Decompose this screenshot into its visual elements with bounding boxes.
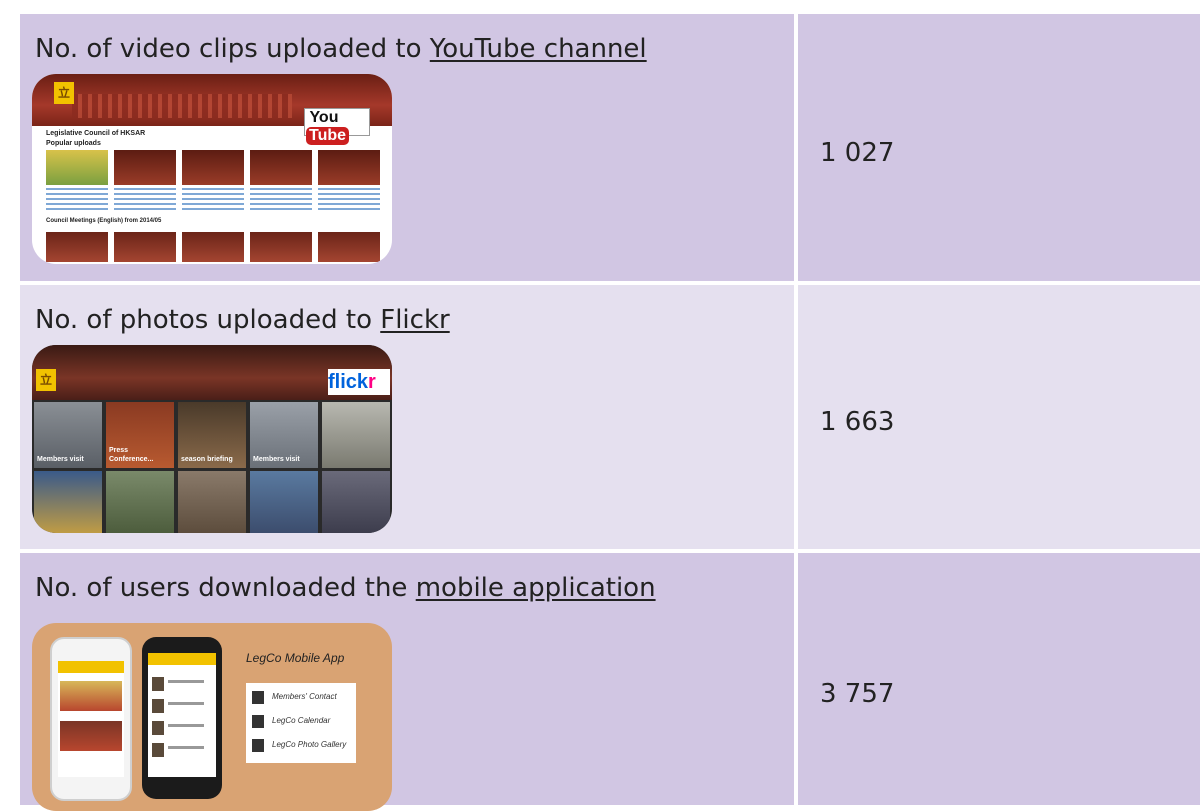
phone-white	[50, 637, 132, 801]
menu-item-members-contact: Members' Contact	[252, 689, 352, 707]
channel-heading: Legislative Council of HKSAR	[46, 130, 146, 137]
video-thumbnail	[46, 150, 108, 185]
photo-tile: Members visit	[34, 402, 102, 468]
photo-tile	[322, 402, 390, 468]
table-row-mobile-app: No. of users downloaded the mobile appli…	[20, 553, 1200, 811]
video-thumbnail	[114, 150, 176, 185]
download-count-value: 3 757	[820, 679, 895, 709]
photo-tile	[34, 471, 102, 533]
photo-tile	[106, 471, 174, 533]
app-menu: Members' Contact LegCo Calendar LegCo Ph…	[246, 683, 356, 763]
calendar-icon	[252, 715, 264, 728]
photo-tile: Press Conference...	[106, 402, 174, 468]
legco-emblem-icon: 立	[36, 369, 56, 391]
table-row-flickr: No. of photos uploaded to Flickr 立 flick…	[20, 285, 1200, 549]
video-thumbnail	[182, 232, 244, 262]
video-thumbnail	[114, 232, 176, 262]
photo-tile: Members visit	[250, 402, 318, 468]
section-heading: Popular uploads	[46, 140, 101, 147]
mobile-app-promo-image: LegCo Mobile App Members' Contact LegCo …	[32, 623, 392, 811]
phone-black	[142, 637, 222, 799]
menu-item-photo-gallery: LegCo Photo Gallery	[252, 737, 352, 755]
flickr-logo-icon: flickr	[328, 369, 390, 395]
photo-tile	[322, 471, 390, 533]
video-count-value: 1 027	[820, 138, 895, 168]
section-heading: Council Meetings (English) from 2014/05	[46, 218, 162, 224]
video-thumbnail	[250, 150, 312, 185]
row-label: No. of photos uploaded to Flickr	[35, 305, 450, 335]
menu-item-calendar: LegCo Calendar	[252, 713, 352, 731]
label-text: No. of video clips uploaded to	[35, 34, 430, 64]
photo-tile: season briefing	[178, 402, 246, 468]
video-thumbnail	[46, 232, 108, 262]
label-text: No. of users downloaded the	[35, 573, 416, 603]
app-title: LegCo Mobile App	[246, 651, 345, 665]
youtube-channel-link[interactable]: YouTube channel	[430, 34, 647, 64]
video-thumbnail	[318, 232, 380, 262]
video-thumbnail	[318, 150, 380, 185]
flickr-screenshot: 立 flickr Members visit Press Conference.…	[32, 345, 392, 533]
row-label: No. of video clips uploaded to YouTube c…	[35, 34, 647, 64]
photo-tile	[178, 471, 246, 533]
legco-emblem-icon: 立	[54, 82, 74, 104]
video-thumbnail	[250, 232, 312, 262]
flickr-link[interactable]: Flickr	[380, 305, 449, 335]
photo-tile	[250, 471, 318, 533]
youtube-logo-icon: YouTube	[304, 108, 370, 145]
row-label: No. of users downloaded the mobile appli…	[35, 573, 656, 603]
social-media-stats-table: No. of video clips uploaded to YouTube c…	[20, 14, 1200, 811]
table-row-youtube: No. of video clips uploaded to YouTube c…	[20, 14, 1200, 281]
person-icon	[252, 691, 264, 704]
mobile-application-link[interactable]: mobile application	[416, 573, 656, 603]
label-text: No. of photos uploaded to	[35, 305, 381, 335]
column-divider	[794, 14, 798, 805]
video-thumbnail	[182, 150, 244, 185]
youtube-screenshot: 立 YouTube Legislative Council of HKSAR P…	[32, 74, 392, 264]
photo-count-value: 1 663	[820, 407, 895, 437]
image-icon	[252, 739, 264, 752]
